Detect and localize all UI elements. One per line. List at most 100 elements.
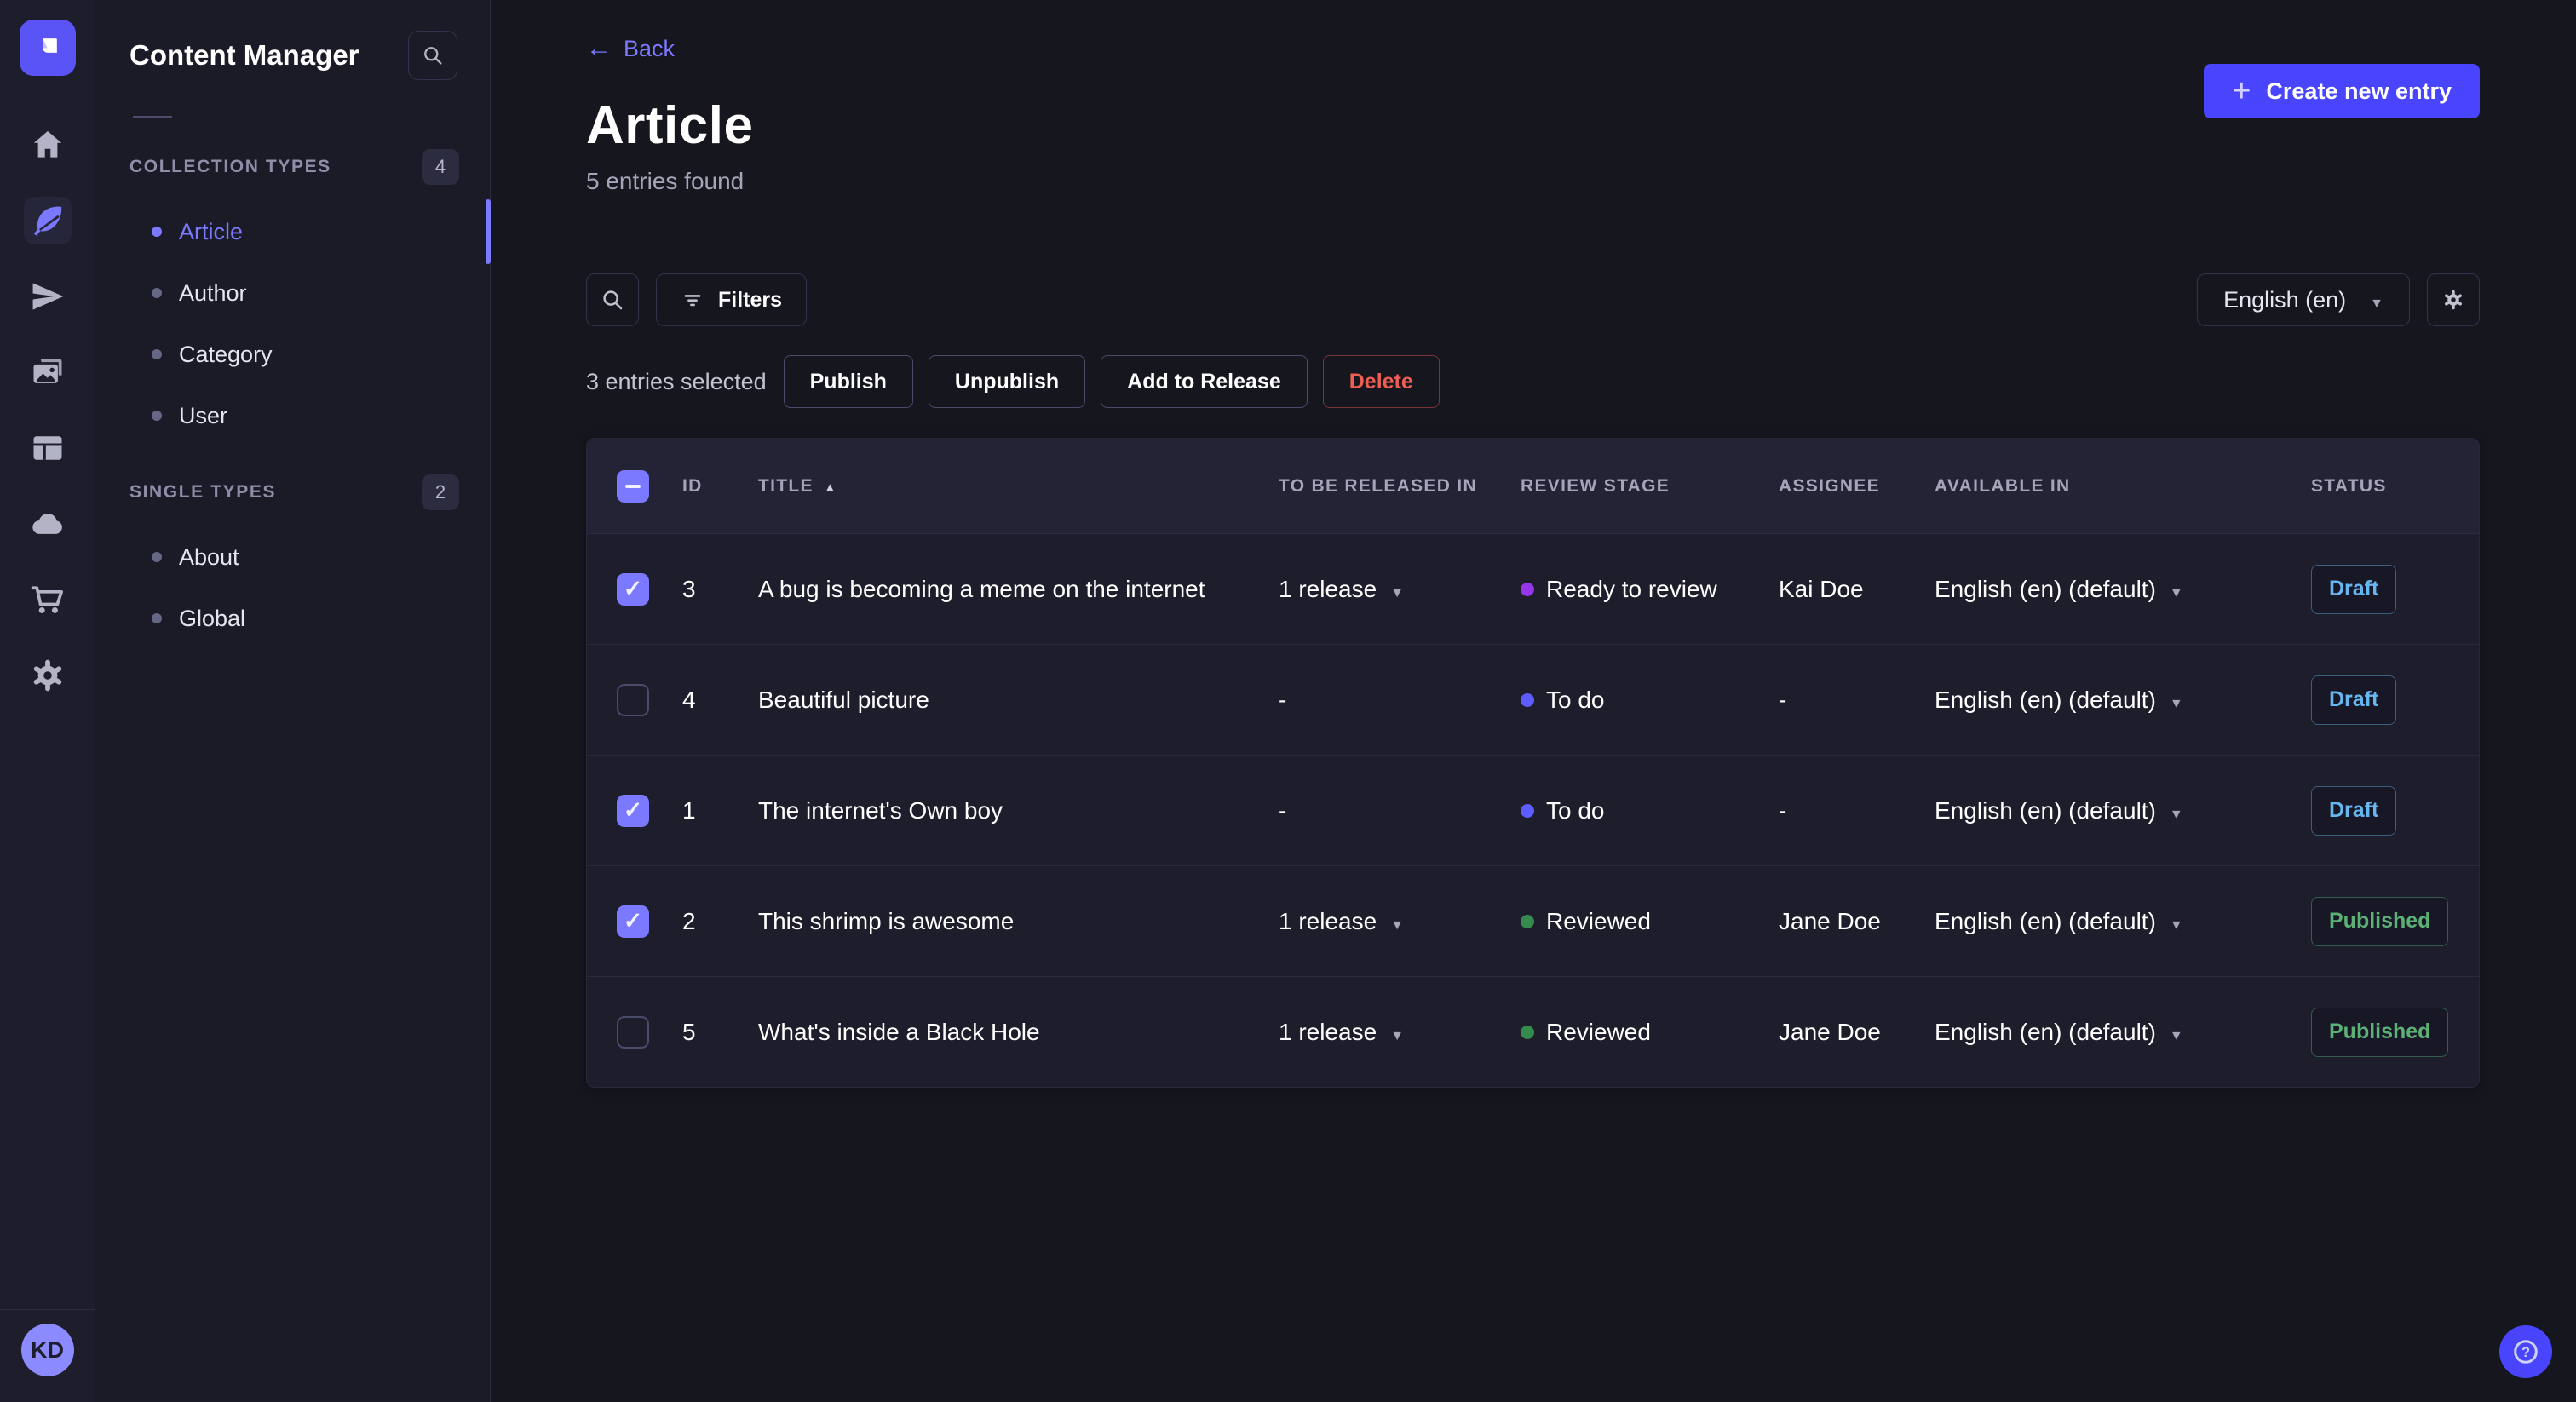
create-new-entry-button[interactable]: Create new entry: [2204, 64, 2480, 118]
chevron-down-icon: [2370, 287, 2383, 313]
row-checkbox[interactable]: [617, 905, 649, 938]
filters-button[interactable]: Filters: [656, 273, 808, 326]
chevron-down-icon: [2170, 797, 2183, 825]
create-new-entry-label: Create new entry: [2266, 78, 2452, 104]
cell-assignee: Jane Doe: [1779, 1018, 1881, 1045]
table-row[interactable]: 4 Beautiful picture - To do - English (e…: [587, 644, 2479, 755]
status-badge: Published: [2311, 1007, 2449, 1057]
subnav-item-article[interactable]: Article: [129, 199, 491, 264]
release-value: -: [1279, 796, 1287, 824]
subnav-item-label: Global: [179, 605, 246, 631]
subnav-section: COLLECTION TYPES 4 Article Author Catego…: [129, 140, 491, 446]
content-manager-feather-icon[interactable]: [23, 197, 72, 244]
subnav-item-label: Author: [179, 279, 247, 306]
view-settings-button[interactable]: [2427, 273, 2480, 326]
user-avatar[interactable]: KD: [20, 1324, 74, 1376]
settings-gear-icon[interactable]: [24, 652, 72, 699]
stage-dot-icon: [1521, 914, 1534, 928]
back-link[interactable]: Back: [586, 34, 675, 63]
subnav-section: SINGLE TYPES 2 About Global: [129, 465, 490, 649]
stage-label: Reviewed: [1546, 1018, 1651, 1045]
cell-title: The internet's Own boy: [758, 796, 1003, 824]
cell-title: What's inside a Black Hole: [758, 1018, 1040, 1045]
chevron-down-icon: [1390, 908, 1404, 935]
unpublish-button[interactable]: Unpublish: [928, 355, 1086, 408]
available-in-dropdown[interactable]: English (en) (default): [1935, 1019, 2183, 1046]
cart-icon[interactable]: [24, 576, 72, 623]
cell-assignee: -: [1779, 796, 1787, 824]
release-dropdown[interactable]: 1 release: [1279, 1019, 1404, 1046]
subnav-search-button[interactable]: [408, 31, 457, 80]
add-to-release-button[interactable]: Add to Release: [1101, 355, 1308, 408]
stage-label: To do: [1546, 796, 1605, 824]
main-content: Back Article 5 entries found Create new …: [491, 0, 2576, 1402]
table-body: 3 A bug is becoming a meme on the intern…: [587, 533, 2479, 1087]
table-row[interactable]: 1 The internet's Own boy - To do - Engli…: [587, 755, 2479, 865]
subnav-item-global[interactable]: Global: [129, 588, 490, 649]
home-icon[interactable]: [24, 121, 72, 169]
subnav-item-label: Article: [179, 218, 244, 244]
app-root: KD Content Manager COLLECTION TYPES 4 Ar…: [0, 0, 2576, 1402]
cell-id: 1: [682, 796, 696, 824]
available-in-dropdown[interactable]: English (en) (default): [1935, 687, 2183, 714]
subnav-item-author[interactable]: Author: [129, 262, 490, 324]
strapi-logo-icon[interactable]: [19, 19, 76, 76]
release-value: 1 release: [1279, 907, 1377, 934]
column-header-id[interactable]: ID: [682, 476, 758, 497]
subnav-divider: [133, 116, 172, 118]
release-dropdown[interactable]: 1 release: [1279, 576, 1404, 603]
table-row[interactable]: 2 This shrimp is awesome 1 release Revie…: [587, 865, 2479, 976]
paper-plane-icon[interactable]: [24, 273, 72, 320]
column-header-title[interactable]: TITLE: [758, 476, 1279, 497]
publish-button[interactable]: Publish: [783, 355, 913, 408]
row-checkbox-cell: [587, 572, 682, 606]
release-dropdown[interactable]: 1 release: [1279, 908, 1404, 935]
locale-value: English (en) (default): [1935, 686, 2156, 713]
row-checkbox[interactable]: [617, 683, 649, 716]
row-checkbox[interactable]: [617, 1015, 649, 1049]
cloud-icon[interactable]: [24, 500, 72, 548]
table-row[interactable]: 5 What's inside a Black Hole 1 release R…: [587, 976, 2479, 1087]
row-checkbox-cell: [587, 1015, 682, 1049]
logo-cell: [0, 0, 95, 95]
section-count-badge: 4: [422, 149, 459, 185]
release-dropdown[interactable]: -: [1279, 687, 1286, 714]
available-in-dropdown[interactable]: English (en) (default): [1935, 576, 2183, 603]
subnav-item-list: About Global: [129, 526, 490, 649]
table-row[interactable]: 3 A bug is becoming a meme on the intern…: [587, 533, 2479, 644]
subnav-item-label: About: [179, 543, 239, 570]
help-button[interactable]: ?: [2499, 1325, 2552, 1378]
search-icon: [424, 47, 442, 65]
subnav-item-about[interactable]: About: [129, 526, 490, 588]
subnav-item-user[interactable]: User: [129, 385, 490, 446]
subnav-item-label: User: [179, 402, 228, 428]
locale-value: English (en) (default): [1935, 796, 2156, 824]
cell-assignee: Kai Doe: [1779, 575, 1864, 602]
subnav-title: Content Manager: [129, 39, 359, 71]
column-header-available-in: AVAILABLE IN: [1935, 475, 2071, 496]
cell-id: 4: [682, 686, 696, 713]
layout-builder-icon[interactable]: [24, 424, 72, 472]
delete-button[interactable]: Delete: [1322, 355, 1440, 408]
bullet-icon: [152, 349, 162, 359]
subnav-item-category[interactable]: Category: [129, 324, 490, 385]
available-in-dropdown[interactable]: English (en) (default): [1935, 908, 2183, 935]
stage-label: To do: [1546, 686, 1605, 713]
search-entries-button[interactable]: [586, 273, 639, 326]
chevron-down-icon: [2170, 576, 2183, 603]
media-library-icon[interactable]: [24, 348, 72, 396]
row-checkbox[interactable]: [617, 572, 649, 606]
locale-select[interactable]: English (en): [2197, 273, 2410, 326]
status-badge: Draft: [2311, 564, 2397, 614]
row-checkbox[interactable]: [617, 794, 649, 827]
locale-value: English (en) (default): [1935, 575, 2156, 602]
entries-table: ID TITLE TO BE RELEASED IN REVIEW STAGE …: [586, 438, 2480, 1088]
release-dropdown[interactable]: -: [1279, 797, 1286, 825]
available-in-dropdown[interactable]: English (en) (default): [1935, 797, 2183, 825]
main-nav-rail: KD: [0, 0, 95, 1402]
cell-title: This shrimp is awesome: [758, 907, 1015, 934]
column-header-status: STATUS: [2311, 475, 2387, 496]
back-arrow-icon: [586, 34, 612, 63]
cell-assignee: Jane Doe: [1779, 907, 1881, 934]
select-all-checkbox[interactable]: [617, 469, 649, 503]
